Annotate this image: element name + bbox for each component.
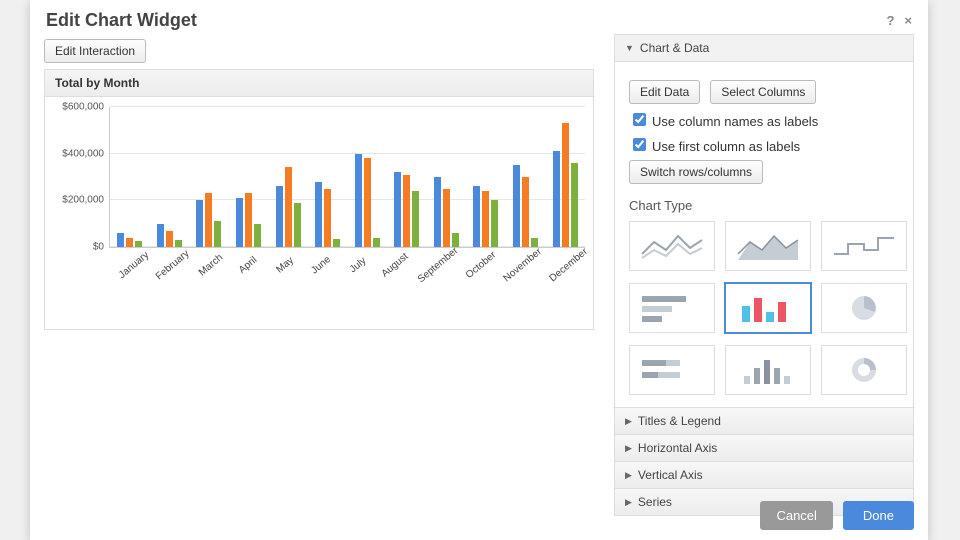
bar [571,163,578,247]
x-tick-label: January [116,249,151,281]
bar [364,158,371,247]
bar [403,175,410,247]
bar-group [308,107,348,247]
section-titles-legend[interactable]: ▶Titles & Legend [614,407,914,435]
chart-type-line[interactable] [629,221,715,271]
bar [254,224,261,247]
bar [355,154,362,247]
x-tick-label: February [154,248,192,282]
x-tick-label: March [193,249,228,281]
close-icon[interactable]: × [904,13,912,28]
bar [324,189,331,247]
modal-title: Edit Chart Widget [46,10,197,31]
bar [443,189,450,247]
select-columns-button[interactable]: Select Columns [710,80,816,104]
bar [562,123,569,247]
chart-type-grid [629,221,899,395]
bar-group [427,107,467,247]
edit-data-button[interactable]: Edit Data [629,80,700,104]
y-tick-label: $0 [93,242,110,253]
bar [117,233,124,247]
bar [373,238,380,247]
bar [196,200,203,247]
chart-type-step[interactable] [821,221,907,271]
bar [285,167,292,248]
section-chart-and-data[interactable]: ▼ Chart & Data [614,34,914,62]
bar-group [506,107,546,247]
x-tick-label: September [416,245,461,285]
bar-group [229,107,269,247]
bar [482,191,489,247]
chevron-down-icon: ▼ [625,43,634,53]
bar [491,200,498,247]
x-tick-label: October [463,249,498,281]
bar-group [189,107,229,247]
bar-group [466,107,506,247]
bar [236,198,243,247]
bar [553,151,560,247]
x-tick-label: June [304,249,339,281]
bar [166,231,173,247]
chart-type-stacked-hbar[interactable] [629,345,715,395]
x-tick-label: April [230,249,265,281]
chart-type-histogram[interactable] [725,345,811,395]
bar [214,221,221,247]
x-tick-label: May [267,249,302,281]
chevron-right-icon: ▶ [625,470,632,481]
bar-group [150,107,190,247]
y-tick-label: $200,000 [62,195,110,206]
chart-type-label: Chart Type [629,198,899,213]
chart-plot: $0$200,000$400,000$600,000 [109,107,585,248]
bar [157,224,164,247]
bar-group [347,107,387,247]
bar [175,240,182,247]
chart-and-data-panel: Edit Data Select Columns Use column name… [614,62,914,408]
section-horizontal-axis[interactable]: ▶Horizontal Axis [614,434,914,462]
y-tick-label: $600,000 [62,102,110,113]
bar [126,238,133,247]
chevron-right-icon: ▶ [625,443,632,454]
x-tick-label: August [378,249,413,281]
chart-preview: Total by Month $0$200,000$400,000$600,00… [44,69,594,330]
bar [315,182,322,247]
chart-type-area[interactable] [725,221,811,271]
chart-type-donut[interactable] [821,345,907,395]
bar-group [110,107,150,247]
edit-chart-widget-modal: Edit Chart Widget ? × Edit Interaction T… [30,0,928,540]
modal-header: Edit Chart Widget ? × [30,0,928,35]
bar [135,241,142,247]
bar [333,239,340,247]
use-column-names-checkbox[interactable]: Use column names as labels [629,110,818,129]
cancel-button[interactable]: Cancel [760,501,832,530]
edit-interaction-button[interactable]: Edit Interaction [44,39,146,63]
bar [294,203,301,247]
bar [245,193,252,247]
bar [473,186,480,247]
bar [276,186,283,247]
chevron-right-icon: ▶ [625,416,632,427]
x-tick-label: July [341,249,376,281]
bar [412,191,419,247]
bar [394,172,401,247]
bar [513,165,520,247]
done-button[interactable]: Done [843,501,914,530]
bar-group [545,107,585,247]
x-tick-label: November [501,246,543,284]
bar [434,177,441,247]
y-tick-label: $400,000 [62,148,110,159]
chart-title: Total by Month [45,70,593,97]
bar [205,193,212,247]
chevron-right-icon: ▶ [625,497,632,508]
bar-group [387,107,427,247]
chart-type-hbar[interactable] [629,283,715,333]
chart-type-pie[interactable] [821,283,907,333]
bar [522,177,529,247]
bar-group [268,107,308,247]
use-first-column-checkbox[interactable]: Use first column as labels [629,135,800,154]
chart-type-column[interactable] [725,283,811,333]
section-vertical-axis[interactable]: ▶Vertical Axis [614,461,914,489]
switch-rows-columns-button[interactable]: Switch rows/columns [629,160,763,184]
help-icon[interactable]: ? [886,13,894,28]
x-tick-label: December [547,246,589,284]
